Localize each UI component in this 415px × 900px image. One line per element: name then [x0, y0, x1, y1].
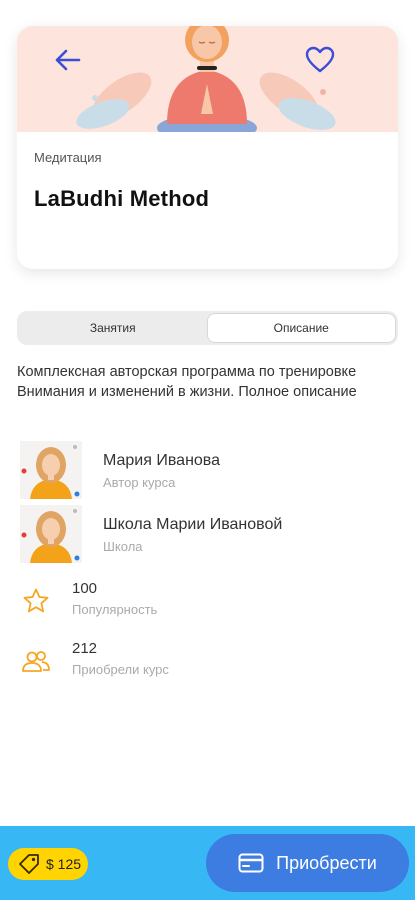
back-button[interactable]	[53, 48, 85, 80]
popularity-value: 100	[72, 580, 98, 597]
price-badge: $ 125	[8, 848, 88, 880]
course-description: Комплексная авторская программа по трени…	[17, 364, 357, 400]
avatar	[20, 505, 82, 563]
author-item[interactable]: Мария Иванова Автор курса	[20, 441, 400, 501]
course-title: LaBudhi Method	[34, 186, 210, 211]
star-icon	[20, 586, 52, 616]
author-name: Мария Иванова	[103, 452, 221, 469]
arrow-left-icon	[55, 49, 81, 71]
course-card: Медитация LaBudhi Method	[17, 26, 398, 269]
purchase-button[interactable]: Приобрести	[206, 834, 409, 892]
price-value: $ 125	[46, 856, 82, 872]
school-role: Школа	[103, 539, 143, 554]
tab-switcher: Занятия Описание	[17, 311, 398, 345]
users-icon	[20, 646, 52, 676]
purchases-label: Приобрели курс	[72, 662, 169, 677]
author-role: Автор курса	[103, 475, 176, 490]
popularity-label: Популярность	[72, 602, 158, 617]
heart-icon	[305, 46, 335, 73]
tab-lessons[interactable]: Занятия	[19, 313, 207, 343]
favorite-button[interactable]	[305, 46, 339, 80]
price-tag-icon	[19, 854, 39, 874]
purchase-button-label: Приобрести	[276, 852, 377, 873]
school-name: Школа Марии Ивановой	[103, 516, 283, 533]
tab-description[interactable]: Описание	[206, 313, 396, 343]
avatar	[20, 441, 82, 499]
credit-card-icon	[238, 853, 264, 873]
school-item[interactable]: Школа Марии Ивановой Школа	[20, 505, 400, 565]
purchases-value: 212	[72, 640, 98, 657]
course-hero-image	[17, 26, 398, 132]
popularity-stat: 100 Популярность	[20, 580, 320, 620]
purchase-bar: $ 125 Приобрести	[0, 826, 415, 900]
course-category: Медитация	[34, 150, 102, 165]
purchases-stat: 212 Приобрели курс	[20, 640, 320, 680]
